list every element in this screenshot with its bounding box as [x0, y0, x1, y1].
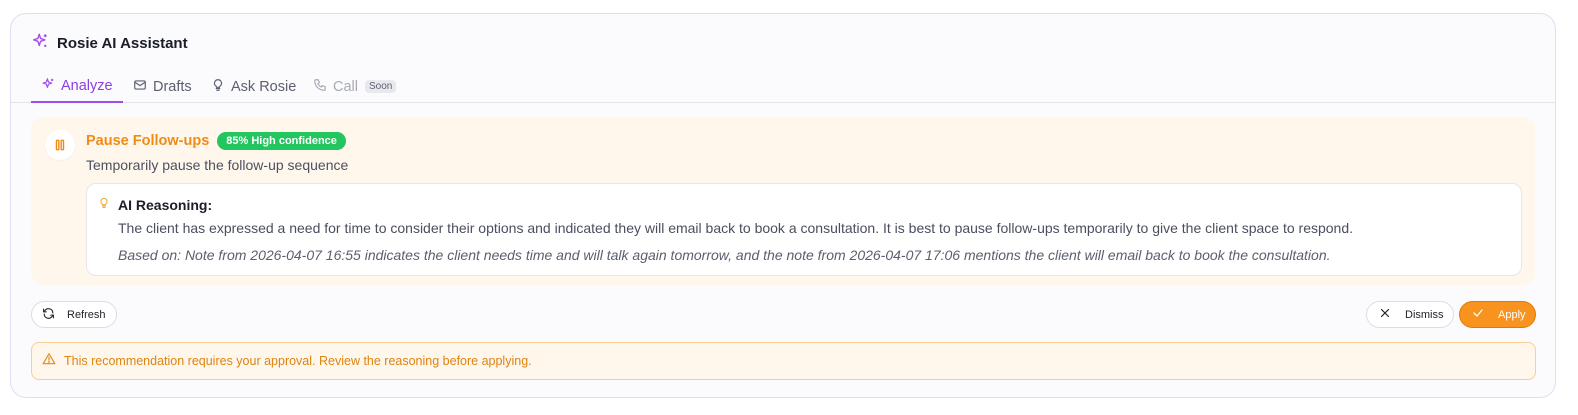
tab-drafts[interactable]: Drafts [133, 70, 192, 103]
refresh-icon [42, 307, 55, 323]
reasoning-text: The client has expressed a need for time… [118, 220, 1354, 236]
refresh-button[interactable]: Refresh [31, 301, 117, 328]
sparkles-icon [31, 32, 49, 55]
recommendation-title: Pause Follow-ups [86, 133, 210, 149]
approval-warning: This recommendation requires your approv… [31, 342, 1536, 380]
pause-icon [45, 130, 75, 160]
dismiss-label: Dismiss [1405, 308, 1444, 321]
warning-text: This recommendation requires your approv… [64, 354, 532, 368]
tab-label: Drafts [153, 78, 192, 95]
assistant-panel: Rosie AI Assistant Analyze Drafts Ask Ro… [10, 13, 1556, 398]
panel-title: Rosie AI Assistant [57, 34, 188, 52]
reasoning-heading: AI Reasoning: [118, 197, 213, 213]
warning-icon [42, 352, 56, 371]
panel-header: Rosie AI Assistant [31, 32, 188, 54]
tab-label: Ask Rosie [231, 78, 297, 95]
lightbulb-icon [98, 196, 110, 215]
tab-call: Call Soon [313, 70, 397, 103]
sparkles-icon [41, 77, 55, 95]
confidence-badge: 85% High confidence [217, 132, 346, 150]
soon-badge: Soon [364, 80, 397, 93]
recommendation-header: Pause Follow-ups 85% High confidence [86, 131, 346, 151]
apply-button[interactable]: Apply [1459, 301, 1536, 328]
apply-label: Apply [1498, 308, 1526, 321]
tab-ask-rosie[interactable]: Ask Rosie [211, 70, 296, 103]
reasoning-based-on: Based on: Note from 2026-04-07 16:55 ind… [118, 247, 1331, 263]
tab-label: Analyze [61, 77, 113, 94]
dismiss-button[interactable]: Dismiss [1366, 301, 1454, 328]
phone-icon [313, 78, 327, 96]
reasoning-box: AI Reasoning: The client has expressed a… [86, 183, 1522, 276]
refresh-label: Refresh [67, 308, 106, 321]
recommendation-card: Pause Follow-ups 85% High confidence Tem… [31, 117, 1535, 285]
check-icon [1472, 307, 1484, 322]
tab-label: Call [333, 78, 358, 95]
mail-icon [133, 78, 147, 96]
close-icon [1379, 307, 1391, 322]
lightbulb-icon [211, 78, 225, 96]
recommendation-subtitle: Temporarily pause the follow-up sequence [86, 157, 349, 173]
tab-analyze[interactable]: Analyze [31, 70, 123, 103]
tab-bar: Analyze Drafts Ask Rosie Call Soon [11, 70, 1555, 103]
